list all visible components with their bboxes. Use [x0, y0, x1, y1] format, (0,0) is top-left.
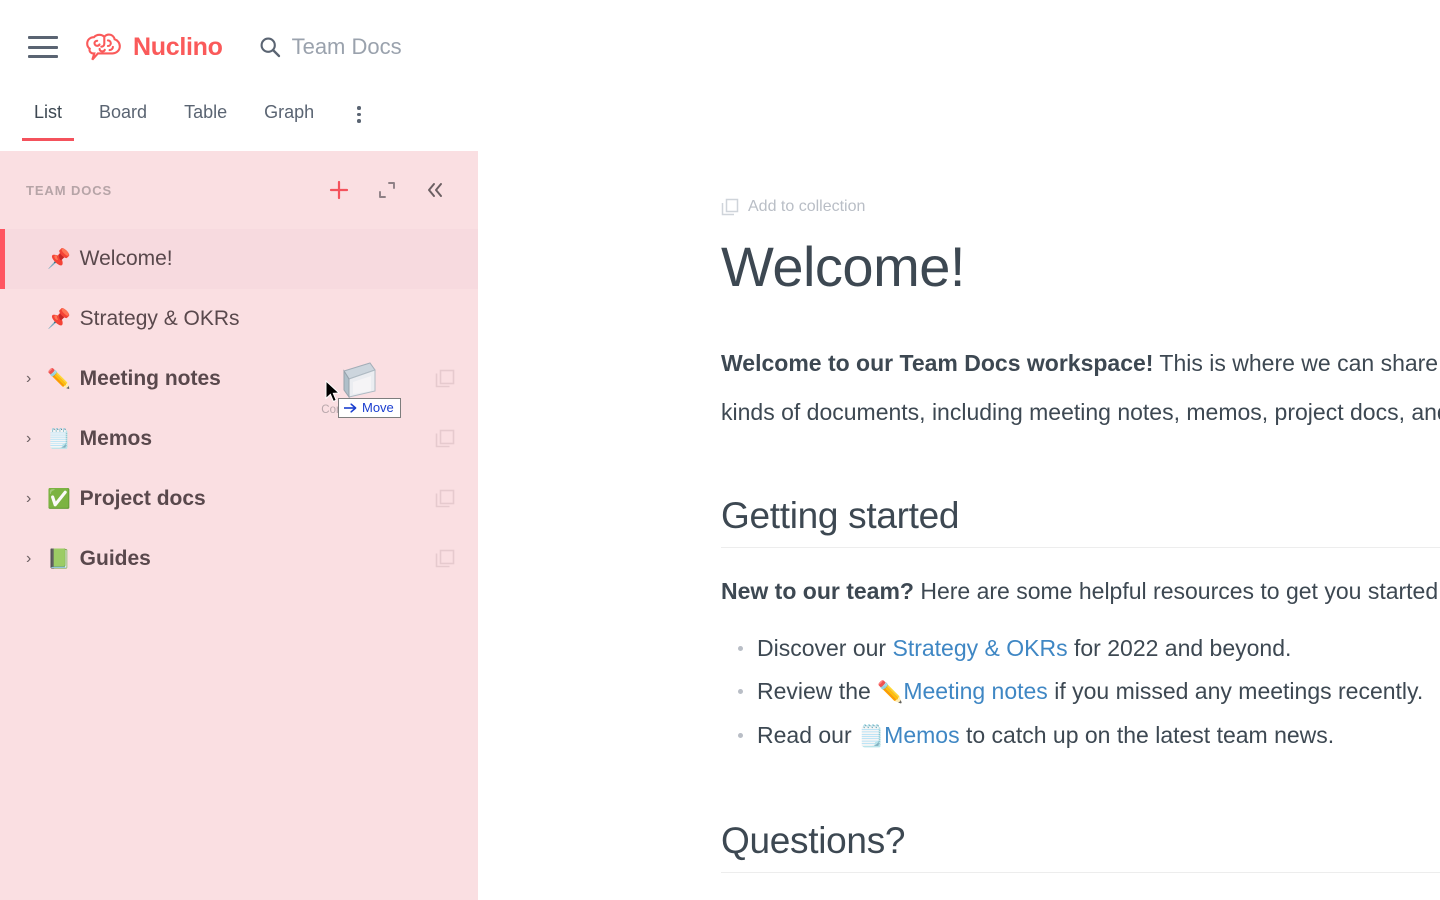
tab-board[interactable]: Board — [99, 94, 147, 141]
bullet-2-pre: Review the — [757, 678, 878, 705]
brand-name: Nuclino — [133, 32, 223, 61]
add-to-collection-label: Add to collection — [748, 198, 866, 215]
duplicate-icon[interactable] — [434, 548, 456, 570]
pencil-icon: ✏️ — [877, 681, 904, 705]
expand-sidebar-button[interactable] — [372, 175, 402, 205]
notepad-icon: 🗒️ — [858, 724, 885, 748]
sidebar-item-label: Strategy & OKRs — [79, 307, 240, 330]
hamburger-menu-icon[interactable] — [28, 36, 58, 58]
bullet-1-pre: Discover our — [757, 634, 893, 661]
chevron-right-icon[interactable]: › — [26, 551, 42, 567]
duplicate-icon[interactable] — [434, 428, 456, 450]
intro-line-1-rest: This is where we can share all — [1153, 349, 1440, 376]
duplicate-icon[interactable] — [434, 368, 456, 390]
sidebar-item-welcome[interactable]: › 📌 Welcome! — [0, 229, 478, 289]
add-to-collection-button[interactable]: Add to collection — [721, 198, 1440, 216]
book-icon: 📗 — [47, 548, 71, 570]
list-item: Discover our Strategy & OKRs for 2022 an… — [721, 627, 1440, 671]
tab-list[interactable]: List — [21, 94, 75, 141]
link-meeting-notes[interactable]: Meeting notes — [903, 678, 1047, 704]
pencil-icon: ✏️ — [47, 368, 71, 390]
duplicate-icon[interactable] — [434, 488, 456, 510]
tab-graph[interactable]: Graph — [264, 94, 314, 141]
sidebar-item-meeting-notes[interactable]: › ✏️ Meeting notes — [0, 349, 478, 409]
getting-started-rest: Here are some helpful resources to get y… — [913, 577, 1440, 604]
bullet-2-post: if you missed any meetings recently. — [1047, 678, 1424, 705]
search-input[interactable]: Team Docs — [259, 34, 402, 60]
sidebar: TEAM DOCS › — [0, 151, 478, 900]
nuclino-brain-logo-icon — [86, 33, 121, 61]
nuclino-app-window: Nuclino Team Docs List Board Table Graph… — [0, 0, 1440, 900]
arrow-right-icon — [344, 402, 357, 413]
sidebar-title: TEAM DOCS — [26, 182, 113, 198]
sidebar-item-memos[interactable]: › 🗒️ Memos — [0, 409, 478, 469]
chevron-right-icon[interactable]: › — [26, 491, 42, 507]
intro-bold: Welcome to our Team Docs workspace! — [721, 349, 1154, 376]
collapse-sidebar-button[interactable] — [420, 175, 450, 205]
page-title: Welcome! — [721, 235, 965, 298]
pin-icon: 📌 — [47, 248, 71, 270]
expand-icon — [379, 182, 395, 198]
double-chevron-left-icon — [428, 183, 442, 197]
bullet-1-post: for 2022 and beyond. — [1067, 634, 1292, 661]
sidebar-header: TEAM DOCS — [0, 151, 478, 229]
document-pane: Add to collection Welcome! Welcome to ou… — [478, 151, 1440, 900]
bullet-3-post: to catch up on the latest team news. — [959, 721, 1335, 748]
sidebar-item-project-docs[interactable]: › ✅ Project docs — [0, 469, 478, 529]
chevron-right-icon[interactable]: › — [26, 371, 42, 387]
search-icon — [260, 37, 280, 58]
sidebar-item-strategy-okrs[interactable]: › 📌 Strategy & OKRs — [0, 289, 478, 349]
sidebar-item-guides[interactable]: › 📗 Guides — [0, 529, 478, 589]
section-heading-getting-started: Getting started — [721, 495, 1440, 548]
sidebar-item-label: Project docs — [79, 487, 206, 510]
sidebar-item-label: Meeting notes — [79, 367, 221, 390]
intro-line-2-text: kinds of documents, including meeting no… — [721, 398, 1440, 425]
drop-effect-badge: Move — [338, 398, 401, 418]
list-item: Read our 🗒️Memos to catch up on the late… — [721, 714, 1440, 758]
link-memos[interactable]: Memos — [884, 722, 959, 748]
nuclino-logo[interactable]: Nuclino — [85, 32, 223, 62]
drop-effect-label: Move — [362, 400, 394, 415]
top-bar: Nuclino Team Docs — [0, 0, 1440, 94]
more-views-icon[interactable] — [351, 94, 367, 141]
check-mark-icon: ✅ — [47, 488, 71, 510]
pin-icon: 📌 — [47, 308, 71, 330]
getting-started-bold: New to our team? — [721, 577, 914, 604]
bullet-3-pre: Read our — [757, 721, 859, 748]
sidebar-item-label: Memos — [79, 427, 153, 450]
sidebar-item-label: Welcome! — [79, 247, 173, 270]
plus-icon — [329, 180, 349, 200]
collection-icon — [721, 198, 739, 216]
link-strategy-okrs[interactable]: Strategy & OKRs — [892, 635, 1067, 661]
view-tab-bar: List Board Table Graph — [0, 94, 1440, 151]
document-body: Add to collection Welcome! Welcome to ou… — [721, 198, 1440, 873]
intro-line-2: kinds of documents, including meeting no… — [721, 392, 1440, 433]
chevron-right-icon[interactable]: › — [26, 431, 42, 447]
getting-started-list: Discover our Strategy & OKRs for 2022 an… — [721, 627, 1440, 758]
intro-line-1: Welcome to our Team Docs workspace! This… — [721, 343, 1440, 384]
search-value: Team Docs — [291, 34, 402, 59]
tab-table[interactable]: Table — [184, 94, 227, 141]
notepad-icon: 🗒️ — [47, 428, 71, 450]
sidebar-item-label: Guides — [79, 547, 151, 570]
add-item-button[interactable] — [324, 175, 354, 205]
section-heading-questions: Questions? — [721, 820, 1440, 873]
list-item: Review the ✏️Meeting notes if you missed… — [721, 670, 1440, 714]
getting-started-intro: New to our team? Here are some helpful r… — [721, 578, 1440, 605]
